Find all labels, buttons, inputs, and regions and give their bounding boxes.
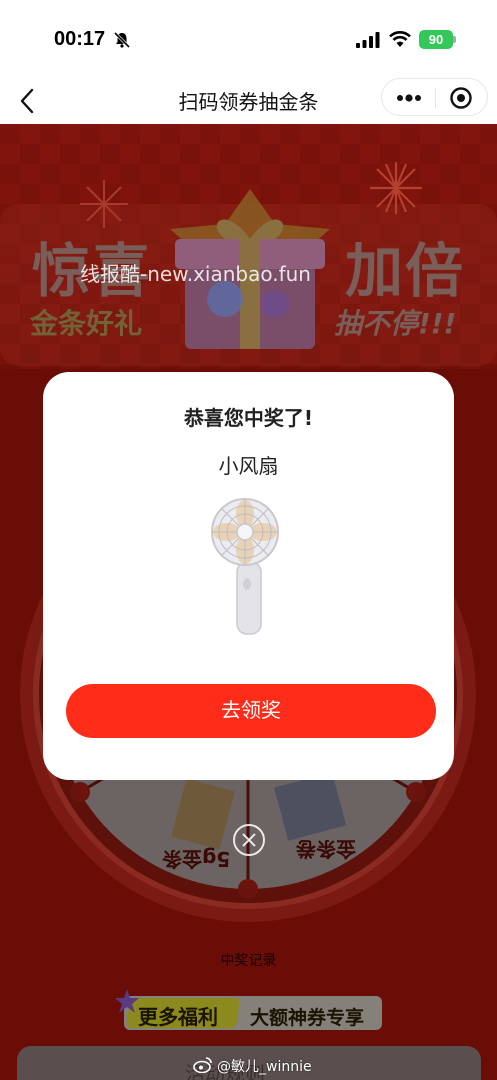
battery-level: 90 [428,32,444,47]
target-circle-icon[interactable] [449,86,473,110]
capsule-divider [435,88,436,108]
close-circle-icon[interactable] [232,823,266,857]
bell-slash-icon [113,31,131,49]
modal-title: 恭喜您中奖了! [183,406,314,430]
banner-headline-right: 加倍 [345,237,466,305]
claim-prize-button[interactable]: 去领奖 [66,684,436,738]
wheel-prize-label: 5g金条 [162,847,231,871]
star-icon [115,989,139,1013]
nav-bar: 扫码领券抽金条 [0,78,497,124]
records-link[interactable]: 中奖记录 [0,950,497,970]
banner-sub-left: 金条好礼 [30,307,143,340]
battery-icon: 90 [419,30,453,49]
signal-icon [356,32,380,48]
battery-tip [453,36,456,43]
prize-modal: 恭喜您中奖了! 小风扇 去领奖 [43,372,454,780]
fan-image [211,498,279,635]
weibo-icon [193,1057,212,1073]
capsule-menu [381,78,488,116]
promo-left-label: 更多福利 [138,1005,218,1029]
wheel-prize-label: 金条卷 [296,837,356,861]
promo-right-label: 大额神券专享 [250,1007,365,1029]
wifi-icon [389,31,411,47]
more-dots-icon[interactable] [396,89,422,107]
status-bar: 00:17 90 [0,0,497,78]
watermark: 线报酷-new.xianbao.fun [80,262,311,286]
firework-icon [370,162,422,214]
prize-name: 小风扇 [218,454,279,478]
banner-sub-right: 抽不停!!! [334,307,457,340]
banner: 惊喜 加倍 金条好礼 抽不停!!! 线报酷-new.xianbao.fun [0,124,497,369]
status-time: 00:17 [54,28,106,50]
